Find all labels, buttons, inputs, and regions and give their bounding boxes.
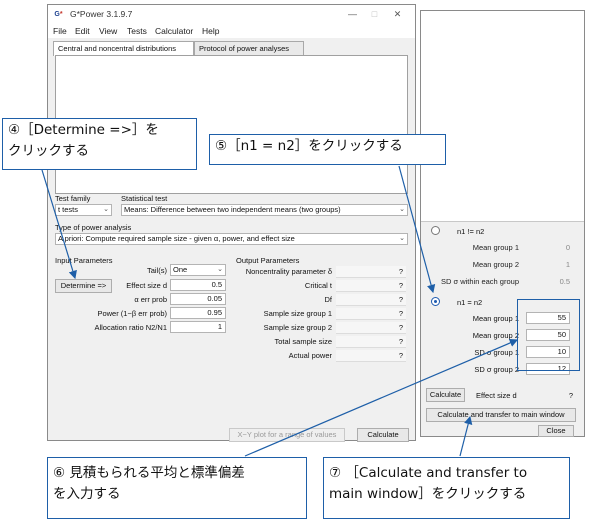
gpower-main-window: G* G*Power 3.1.9.7 — □ ✕ File Edit View … — [47, 4, 416, 442]
power-label: Power (1−β err prob) — [97, 309, 167, 318]
close-icon[interactable]: ✕ — [391, 8, 404, 21]
opt1-sd-value: 0.5 — [559, 277, 570, 286]
output-label-1: Critical t — [304, 281, 332, 290]
callout-step4: ④［Determine =>］を クリックする — [2, 118, 197, 170]
maximize-icon[interactable]: □ — [368, 8, 381, 21]
test-family-value: t tests — [58, 205, 79, 214]
side-effect-size-value: ? — [568, 391, 573, 400]
menu-view[interactable]: View — [99, 26, 117, 36]
menu-tests[interactable]: Tests — [127, 26, 147, 36]
menu-edit[interactable]: Edit — [75, 26, 90, 36]
n1-not-equal-n2-radio[interactable] — [431, 226, 440, 235]
tab-protocol[interactable]: Protocol of power analyses — [194, 41, 304, 55]
mean-group1-label: Mean group 1 — [472, 314, 519, 323]
output-label-3: Sample size group 1 — [263, 309, 332, 318]
analysis-type-label: Type of power analysis — [55, 223, 132, 232]
output-value-3: ? — [336, 308, 406, 320]
tails-value: One — [173, 265, 188, 274]
output-value-5: ? — [336, 336, 406, 348]
output-value-4: ? — [336, 322, 406, 334]
title-bar: G* G*Power 3.1.9.7 — □ ✕ — [48, 5, 415, 24]
output-value-6: ? — [336, 350, 406, 362]
test-family-select[interactable]: t tests ⌄ — [55, 204, 112, 216]
side-calculate-button[interactable]: Calculate — [426, 388, 465, 402]
analysis-type-value: A priori: Compute required sample size -… — [58, 234, 295, 243]
output-label-2: Df — [324, 295, 333, 304]
opt1-mean-group1-value: 0 — [565, 243, 570, 252]
opt1-mean-group2-label: Mean group 2 — [472, 260, 519, 269]
allocation-ratio-label: Allocation ratio N2/N1 — [94, 323, 167, 332]
tails-select[interactable]: One ⌄ — [170, 264, 226, 276]
sd-group1-label: SD σ group 1 — [474, 348, 519, 357]
chevron-down-icon: ⌄ — [103, 206, 109, 213]
output-label-5: Total sample size — [274, 337, 332, 346]
chevron-down-icon: ⌄ — [217, 266, 223, 273]
mean-group2-label: Mean group 2 — [472, 331, 519, 340]
n1-not-equal-n2-label: n1 != n2 — [457, 227, 485, 236]
input-parameters-header: Input Parameters — [55, 256, 113, 265]
opt1-mean-group2-value: 1 — [565, 260, 570, 269]
output-value-1: ? — [336, 280, 406, 292]
determine-button[interactable]: Determine => — [55, 279, 112, 293]
output-parameters-header: Output Parameters — [236, 256, 300, 265]
test-family-label: Test family — [55, 194, 91, 203]
output-label-4: Sample size group 2 — [263, 323, 332, 332]
input-fields-highlight — [517, 299, 580, 371]
tab-distributions[interactable]: Central and noncentral distributions — [53, 41, 194, 56]
callout-step7: ⑦ ［Calculate and transfer to main window… — [323, 457, 570, 519]
output-value-2: ? — [336, 294, 406, 306]
effect-size-panel: n1 != n2 Mean group 1 0 Mean group 2 1 S… — [420, 10, 585, 437]
menu-file[interactable]: File — [53, 26, 67, 36]
side-close-button[interactable]: Close — [538, 425, 574, 437]
output-label-6: Actual power — [288, 351, 332, 360]
n1-equal-n2-radio[interactable] — [431, 297, 440, 306]
window-title: G*Power 3.1.9.7 — [70, 9, 133, 19]
statistical-test-label: Statistical test — [121, 194, 168, 203]
gpower-app-icon: G* — [54, 11, 63, 18]
effect-size-field[interactable]: 0.5 — [170, 279, 226, 291]
callout-step6: ⑥ 見積もられる平均と標準偏差 を入力する — [47, 457, 307, 519]
output-value-0: ? — [336, 266, 406, 278]
calculate-and-transfer-button[interactable]: Calculate and transfer to main window — [426, 408, 576, 422]
minimize-icon[interactable]: — — [346, 8, 359, 21]
sd-group2-label: SD σ group 2 — [474, 365, 519, 374]
tails-label: Tail(s) — [147, 266, 167, 275]
callout-step5: ⑤［n1 = n2］をクリックする — [209, 134, 446, 165]
n1-equal-n2-label: n1 = n2 — [457, 298, 483, 307]
tab-strip: Central and noncentral distributions Pro… — [53, 41, 410, 56]
side-effect-size-label: Effect size d — [476, 391, 517, 400]
statistical-test-value: Means: Difference between two independen… — [124, 205, 341, 214]
power-field[interactable]: 0.95 — [170, 307, 226, 319]
effect-size-label: Effect size d — [126, 281, 167, 290]
menu-help[interactable]: Help — [202, 26, 219, 36]
output-label-0: Noncentrality parameter δ — [245, 267, 332, 276]
menu-bar: File Edit View Tests Calculator Help — [48, 24, 415, 38]
opt1-mean-group1-label: Mean group 1 — [472, 243, 519, 252]
analysis-type-select[interactable]: A priori: Compute required sample size -… — [55, 233, 408, 245]
chevron-down-icon: ⌄ — [399, 206, 405, 213]
alpha-label: α err prob — [134, 295, 167, 304]
opt1-sd-label: SD σ within each group — [440, 277, 519, 286]
alpha-field[interactable]: 0.05 — [170, 293, 226, 305]
calculate-button[interactable]: Calculate — [357, 428, 409, 442]
xy-plot-button[interactable]: X−Y plot for a range of values — [229, 428, 345, 442]
allocation-ratio-field[interactable]: 1 — [170, 321, 226, 333]
chevron-down-icon: ⌄ — [399, 235, 405, 242]
menu-calculator[interactable]: Calculator — [155, 26, 193, 36]
statistical-test-select[interactable]: Means: Difference between two independen… — [121, 204, 408, 216]
